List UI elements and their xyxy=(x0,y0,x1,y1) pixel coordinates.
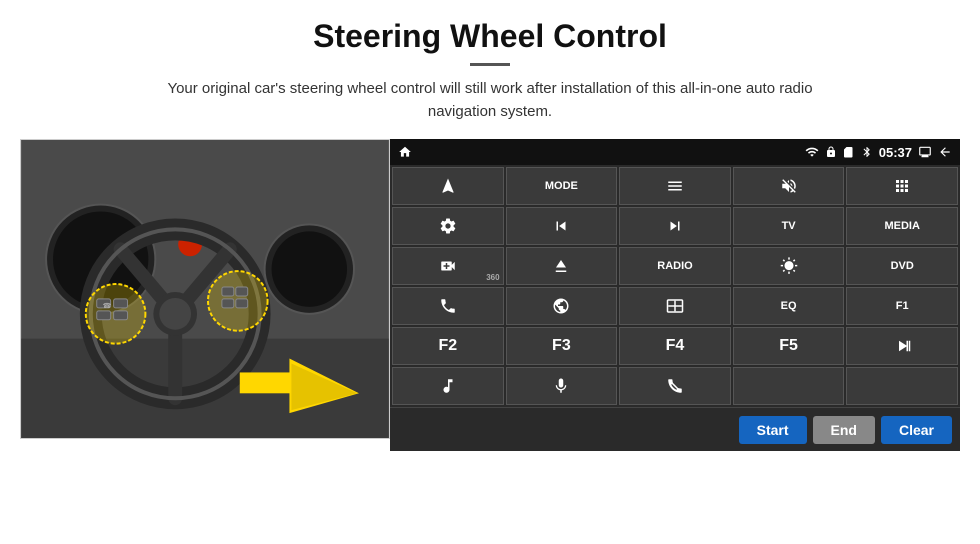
menu-button[interactable] xyxy=(619,167,731,205)
f3-button[interactable]: F3 xyxy=(506,327,618,365)
action-bar: Start End Clear xyxy=(390,407,960,451)
start-button[interactable]: Start xyxy=(739,416,807,444)
dvd-button[interactable]: DVD xyxy=(846,247,958,285)
empty2 xyxy=(846,367,958,405)
cam360-button[interactable]: 360 xyxy=(392,247,504,285)
page-title: Steering Wheel Control xyxy=(313,18,667,55)
apps-button[interactable] xyxy=(846,167,958,205)
f4-button[interactable]: F4 xyxy=(619,327,731,365)
title-divider xyxy=(470,63,510,66)
steering-wheel-image: 120 xyxy=(20,139,390,439)
subtitle-text: Your original car's steering wheel contr… xyxy=(140,78,840,123)
music-button[interactable] xyxy=(392,367,504,405)
phone-button[interactable] xyxy=(392,287,504,325)
brightness-button[interactable] xyxy=(733,247,845,285)
f5-button[interactable]: F5 xyxy=(733,327,845,365)
clear-button[interactable]: Clear xyxy=(881,416,952,444)
eq-button[interactable]: EQ xyxy=(733,287,845,325)
time-display: 05:37 xyxy=(879,145,912,160)
back-icon xyxy=(938,145,952,159)
button-grid: MODE TV xyxy=(390,165,960,407)
media-button[interactable]: MEDIA xyxy=(846,207,958,245)
mode-button[interactable]: MODE xyxy=(506,167,618,205)
prev-button[interactable] xyxy=(506,207,618,245)
page: Steering Wheel Control Your original car… xyxy=(0,0,980,544)
playpause-button[interactable] xyxy=(846,327,958,365)
f2-button[interactable]: F2 xyxy=(392,327,504,365)
tv-button[interactable]: TV xyxy=(733,207,845,245)
settings-button[interactable] xyxy=(392,207,504,245)
eject-button[interactable] xyxy=(506,247,618,285)
callend-button[interactable] xyxy=(619,367,731,405)
mic-button[interactable] xyxy=(506,367,618,405)
status-bar: 05:37 xyxy=(390,139,960,165)
content-row: 120 xyxy=(20,139,960,451)
window-button[interactable] xyxy=(619,287,731,325)
wifi-icon xyxy=(805,145,819,159)
status-right: 05:37 xyxy=(805,145,952,160)
radio-button[interactable]: RADIO xyxy=(619,247,731,285)
home-icon xyxy=(398,145,412,159)
nav-button[interactable] xyxy=(392,167,504,205)
screen-icon xyxy=(918,145,932,159)
bluetooth-icon xyxy=(861,146,873,158)
lock-icon xyxy=(825,146,837,158)
empty1 xyxy=(733,367,845,405)
control-panel: 05:37 MODE xyxy=(390,139,960,451)
next-button[interactable] xyxy=(619,207,731,245)
mute-button[interactable] xyxy=(733,167,845,205)
web-button[interactable] xyxy=(506,287,618,325)
sim-icon xyxy=(843,146,855,158)
svg-text:☎: ☎ xyxy=(103,302,112,310)
status-left xyxy=(398,145,412,159)
end-button[interactable]: End xyxy=(813,416,875,444)
f1-button[interactable]: F1 xyxy=(846,287,958,325)
